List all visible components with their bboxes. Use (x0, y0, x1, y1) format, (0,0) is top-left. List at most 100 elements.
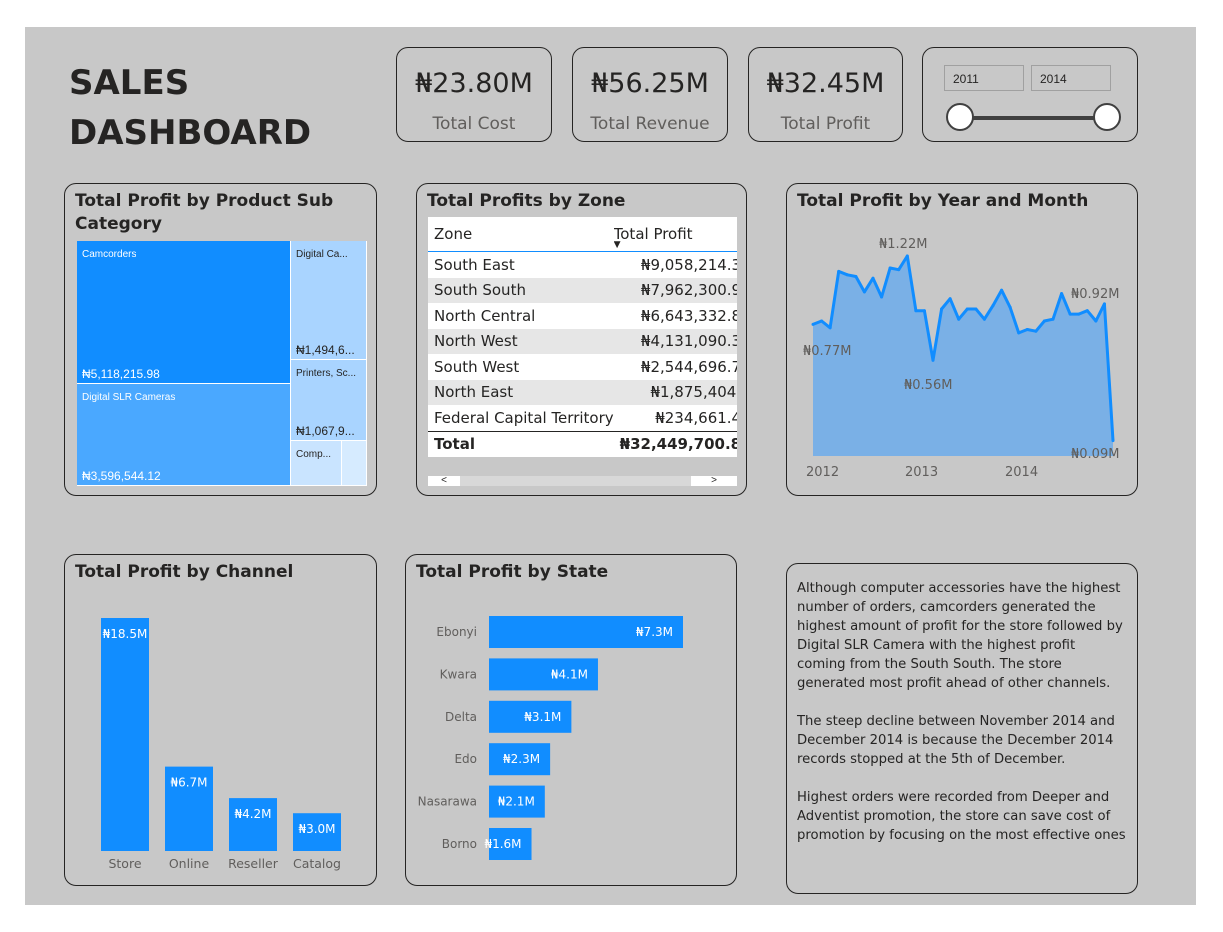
data-point-2013-07[interactable] (965, 307, 969, 311)
data-point-2012-07[interactable] (862, 290, 866, 294)
data-label-end: ₦0.09M (1071, 447, 1119, 462)
kpi-label: Total Revenue (590, 114, 710, 134)
year-range-slicer[interactable]: 2011 2014 (922, 47, 1138, 142)
data-point-2013-09[interactable] (982, 317, 986, 321)
treemap-tile-digital-slr[interactable]: Digital SLR Cameras ₦3,596,544.12 (77, 384, 291, 486)
data-point-2012-11[interactable] (897, 268, 901, 272)
line-chart: ₦1.22M ₦0.77M ₦0.56M ₦0.92M ₦0.09M 2012 … (803, 237, 1119, 480)
data-point-2012-06[interactable] (854, 275, 858, 279)
zone-cell: Federal Capital Territory (434, 408, 614, 427)
data-point-2014-08[interactable] (1077, 312, 1081, 316)
zone-table-viewport: Zone Total Profit ▼ South East ₦9,058,214… (428, 217, 737, 457)
data-point-2014-05[interactable] (1051, 317, 1055, 321)
scroll-left-button[interactable]: < (428, 476, 460, 486)
state-bar-value-label: ₦2.3M (503, 752, 540, 766)
year-start-input[interactable]: 2011 (944, 65, 1024, 91)
table-total-row: Total ₦32,449,700.8 (428, 431, 737, 457)
table-row[interactable]: South West ₦2,544,696.7 (428, 354, 737, 380)
data-point-2014-11[interactable] (1102, 302, 1106, 306)
data-point-2013-02[interactable] (922, 309, 926, 313)
data-point-2013-04[interactable] (940, 307, 944, 311)
tile-value: ₦1,494,6... (296, 343, 355, 357)
table-row[interactable]: North West ₦4,131,090.3 (428, 328, 737, 354)
data-point-2014-09[interactable] (1085, 309, 1089, 313)
kpi-card-total-profit[interactable]: ₦32.45M Total Profit (748, 47, 903, 142)
data-point-2014-04[interactable] (1042, 319, 1046, 323)
table-row[interactable]: North East ₦1,875,404. (428, 379, 737, 405)
data-point-2013-10[interactable] (991, 304, 995, 308)
scroll-right-button[interactable]: > (691, 476, 737, 486)
slider-end-handle[interactable] (1093, 103, 1121, 131)
data-point-2014-07[interactable] (1068, 312, 1072, 316)
state-chart-card: Total Profit by State ₦7.3M Ebonyi ₦4.1M Kw… (405, 554, 737, 886)
treemap-tile-computers[interactable]: Comp... (291, 441, 342, 486)
horizontal-scrollbar[interactable]: < > (428, 476, 737, 486)
treemap-tile-printers[interactable]: Printers, Sc... ₦1,067,9... (291, 360, 367, 441)
data-label-start: ₦0.77M (803, 344, 851, 359)
line-chart-card: Total Profit by Year and Month ₦1.22M ₦0… (786, 183, 1138, 496)
data-point-2013-01[interactable] (914, 309, 918, 313)
x-tick-2013: 2013 (905, 465, 938, 480)
insight-paragraph-2: The steep decline between November 2014 … (797, 714, 1115, 767)
state-category-label: Kwara (440, 667, 477, 681)
insight-paragraph-1: Although computer accessories have the h… (797, 581, 1123, 691)
data-point-2014-06[interactable] (1060, 292, 1064, 296)
tile-name: Digital SLR Cameras (82, 392, 176, 403)
zone-cell: South West (434, 357, 520, 376)
data-point-2014-02[interactable] (1025, 328, 1029, 332)
data-point-2013-12[interactable] (1008, 305, 1012, 309)
state-category-label: Ebonyi (436, 625, 477, 639)
data-point-2013-05[interactable] (948, 297, 952, 301)
data-point-2013-06[interactable] (957, 317, 961, 321)
data-point-2012-03[interactable] (828, 326, 832, 330)
channel-category-label: Online (169, 856, 210, 871)
data-point-2012-05[interactable] (845, 273, 849, 277)
data-label-min: ₦0.56M (904, 378, 952, 393)
total-value: ₦32,449,700.8 (619, 435, 737, 454)
column-header-total-profit[interactable]: Total Profit ▼ (614, 217, 737, 252)
data-point-2014-01[interactable] (1017, 331, 1021, 335)
area-fill (813, 256, 1113, 456)
insight-paragraph-3: Highest orders were recorded from Deeper… (797, 790, 1126, 843)
column-header-zone[interactable]: Zone (428, 217, 614, 252)
table-row[interactable]: Federal Capital Territory ₦234,661.4 (428, 405, 737, 431)
channel-bar-value-label: ₦3.0M (298, 822, 335, 836)
state-bar-chart: ₦7.3M Ebonyi ₦4.1M Kwara ₦3.1M Delta ₦2.3M Edo ₦… (418, 616, 683, 860)
channel-category-label: Catalog (293, 856, 341, 871)
data-point-2012-09[interactable] (880, 295, 884, 299)
data-point-2012-08[interactable] (871, 276, 875, 280)
data-point-2012-12[interactable] (905, 254, 909, 258)
data-point-2013-03[interactable] (931, 358, 935, 362)
data-point-2013-08[interactable] (974, 307, 978, 311)
state-bar-value-label: ₦4.1M (551, 667, 588, 681)
slider-start-handle[interactable] (946, 103, 974, 131)
data-point-2014-03[interactable] (1034, 329, 1038, 333)
table-row[interactable]: North Central ₦6,643,332.8 (428, 303, 737, 329)
data-point-2012-10[interactable] (888, 266, 892, 270)
treemap: Camcorders ₦5,118,215.98 Digital SLR Cam… (77, 241, 367, 486)
data-point-2012-01[interactable] (811, 322, 815, 326)
data-point-2012-02[interactable] (820, 319, 824, 323)
kpi-card-total-cost[interactable]: ₦23.80M Total Cost (396, 47, 552, 142)
tile-name: Comp... (296, 449, 332, 460)
table-row[interactable]: South East ₦9,058,214.3 (428, 251, 737, 278)
dashboard-title: SALES DASHBOARD (69, 58, 311, 158)
state-bar-value-label: ₦3.1M (524, 710, 561, 724)
channel-bar-reseller[interactable] (229, 798, 277, 851)
kpi-value: ₦23.80M (415, 68, 533, 99)
x-tick-2012: 2012 (806, 465, 839, 480)
treemap-tile-small[interactable] (342, 441, 367, 486)
data-point-2013-11[interactable] (1000, 288, 1004, 292)
data-point-2014-10[interactable] (1094, 319, 1098, 323)
channel-bar-chart: ₦18.5M Store ₦6.7M Online ₦4.2M Reseller ₦3.0M… (101, 618, 341, 871)
year-end-input[interactable]: 2014 (1031, 65, 1111, 91)
data-point-2014-12[interactable] (1111, 439, 1115, 443)
table-row[interactable]: South South ₦7,962,300.9 (428, 277, 737, 303)
channel-bar-store[interactable] (101, 618, 149, 851)
title-line-2: DASHBOARD (69, 113, 312, 153)
data-point-2012-04[interactable] (837, 269, 841, 273)
treemap-tile-camcorders[interactable]: Camcorders ₦5,118,215.98 (77, 241, 291, 384)
zone-table-card: Total Profits by Zone Zone Total Profit … (416, 183, 747, 496)
treemap-tile-digital-cameras[interactable]: Digital Ca... ₦1,494,6... (291, 241, 367, 360)
kpi-card-total-revenue[interactable]: ₦56.25M Total Revenue (572, 47, 728, 142)
